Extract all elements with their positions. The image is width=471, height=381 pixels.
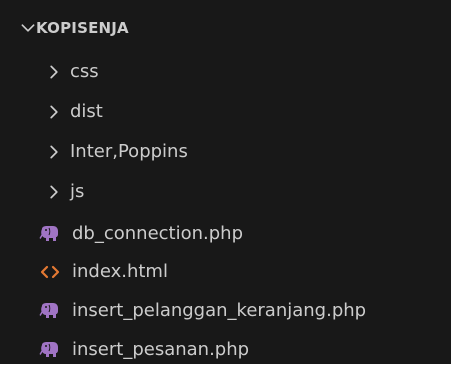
chevron-right-icon [50,185,58,199]
folder-item-dist[interactable]: dist [0,95,451,129]
file-label: index.html [72,261,168,282]
chevron-right-icon [50,145,58,159]
file-label: insert_pesanan.php [72,339,250,360]
folder-label: css [70,61,99,82]
file-label: insert_pelanggan_keranjang.php [72,300,367,321]
file-item-insert-pelanggan-keranjang[interactable]: insert_pelanggan_keranjang.php [0,294,451,328]
php-elephant-icon [39,342,58,357]
chevron-down-icon [21,24,35,32]
folder-item-js[interactable]: js [0,175,451,209]
chevron-right-icon [50,105,58,119]
file-item-insert-pesanan[interactable]: insert_pesanan.php [0,333,451,364]
file-explorer-panel: KOPISENJA css dist Inter,Poppins js db_c [0,0,451,364]
explorer-root-label: KOPISENJA [36,19,129,37]
php-elephant-icon [39,303,58,318]
html-brackets-icon [40,265,60,279]
explorer-root-folder[interactable]: KOPISENJA [0,12,451,44]
chevron-right-icon [50,65,58,79]
folder-item-inter-poppins[interactable]: Inter,Poppins [0,135,451,169]
file-item-db-connection[interactable]: db_connection.php [0,217,451,251]
file-label: db_connection.php [72,223,244,244]
folder-item-css[interactable]: css [0,55,451,89]
folder-label: js [70,181,85,202]
file-item-index-html[interactable]: index.html [0,255,451,289]
folder-label: Inter,Poppins [70,141,188,162]
php-elephant-icon [39,226,58,241]
folder-label: dist [70,101,103,122]
